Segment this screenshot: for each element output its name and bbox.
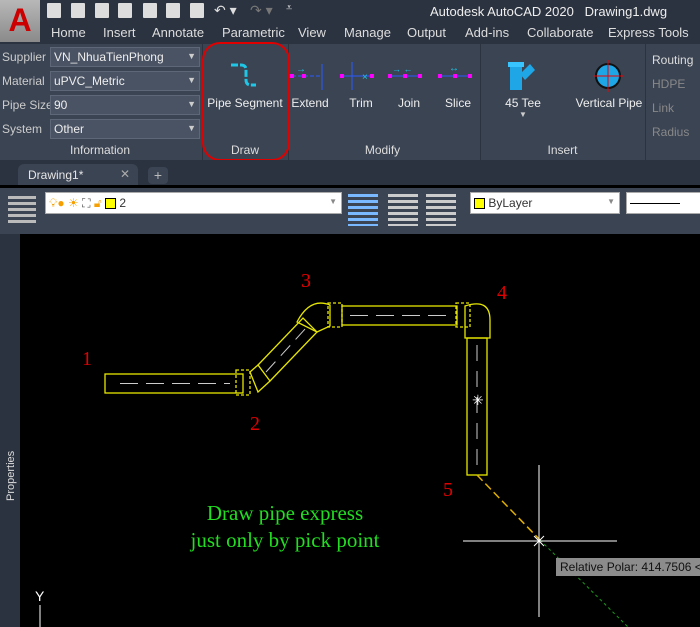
polar-tracking-line [539, 539, 629, 627]
crosshair-cursor [463, 465, 617, 617]
point-label-5: 5 [443, 479, 453, 501]
point-label-3: 3 [301, 270, 311, 292]
point-label-4: 4 [497, 282, 507, 304]
elbow-2-bend [249, 364, 271, 394]
ucs-y-label: Y [35, 588, 45, 604]
rubber-band-line [476, 474, 541, 541]
pipes: ✳ [104, 302, 491, 476]
elbow-4 [464, 303, 491, 339]
svg-text:✳: ✳ [472, 392, 484, 408]
caption: Draw pipe express just only by pick point [120, 500, 450, 554]
caption-line-2: just only by pick point [190, 528, 380, 552]
point-label-1: 1 [82, 348, 92, 370]
caption-line-1: Draw pipe express [206, 501, 364, 525]
point-label-2: 2 [250, 413, 260, 435]
dynamic-input-tooltip: Relative Polar: 414.7506 < 3 [556, 558, 700, 576]
